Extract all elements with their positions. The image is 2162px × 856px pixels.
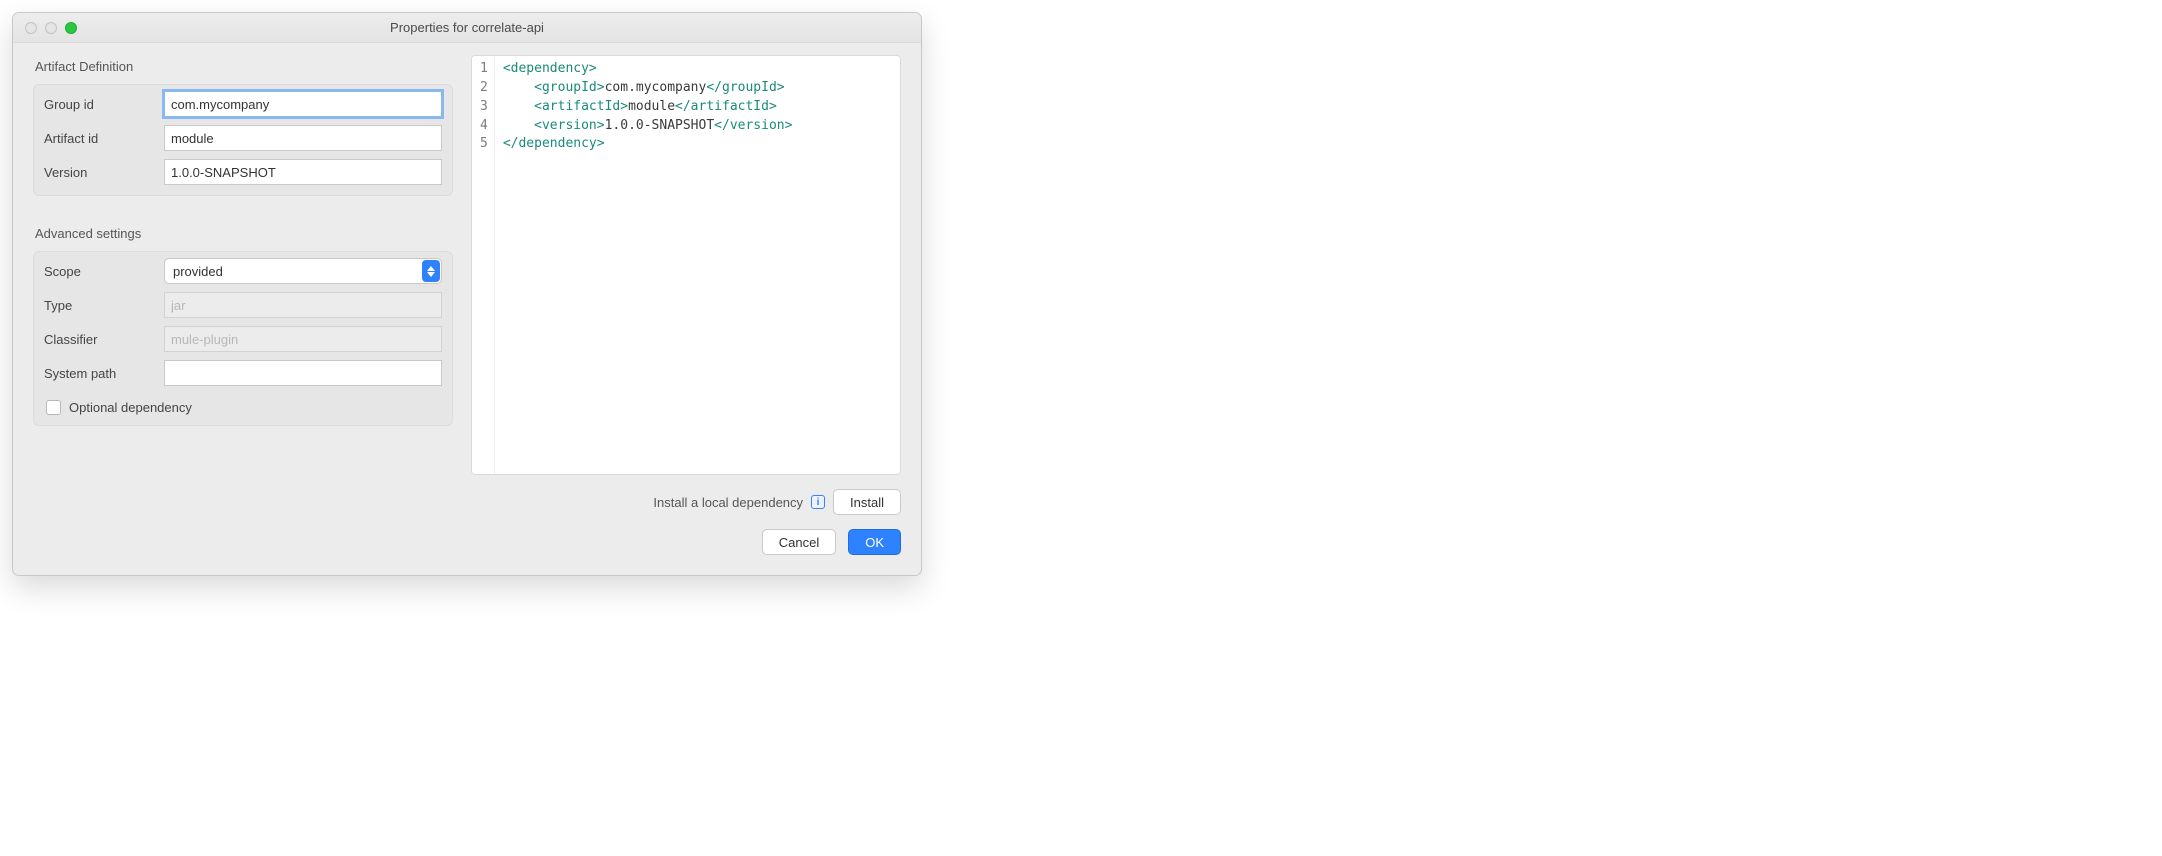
- line-number: 5: [480, 135, 488, 154]
- line-number: 2: [480, 79, 488, 98]
- minimize-window-icon[interactable]: [45, 22, 57, 34]
- scope-select-wrap[interactable]: provided: [164, 258, 442, 284]
- system-path-input[interactable]: [164, 360, 442, 386]
- xml-preview: 12345 <dependency> <groupId>com.mycompan…: [471, 55, 901, 475]
- install-row: Install a local dependency i Install: [653, 489, 901, 515]
- group-id-label: Group id: [44, 97, 154, 112]
- code-line: <version>1.0.0-SNAPSHOT</version>: [503, 117, 793, 136]
- close-window-icon[interactable]: [25, 22, 37, 34]
- code-line: </dependency>: [503, 135, 793, 154]
- optional-dependency-row: Optional dependency: [44, 394, 442, 415]
- type-label: Type: [44, 298, 154, 313]
- scope-row: Scope provided: [44, 258, 442, 284]
- artifact-id-input[interactable]: [164, 125, 442, 151]
- advanced-settings-group: Scope provided Type: [33, 251, 453, 426]
- line-number: 3: [480, 98, 488, 117]
- system-path-label: System path: [44, 366, 154, 381]
- traffic-lights: [13, 22, 77, 34]
- version-label: Version: [44, 165, 154, 180]
- line-gutter: 12345: [472, 56, 495, 474]
- optional-dependency-checkbox[interactable]: [46, 400, 61, 415]
- form-column: Artifact Definition Group id Artifact id…: [33, 55, 453, 475]
- titlebar: Properties for correlate-api: [13, 13, 921, 43]
- artifact-definition-section: Artifact Definition Group id Artifact id…: [33, 55, 453, 196]
- install-button[interactable]: Install: [833, 489, 901, 515]
- xml-code[interactable]: <dependency> <groupId>com.mycompany</gro…: [495, 56, 801, 474]
- scope-select[interactable]: provided: [164, 258, 442, 284]
- line-number: 4: [480, 117, 488, 136]
- group-id-input[interactable]: [164, 91, 442, 117]
- code-line: <dependency>: [503, 60, 793, 79]
- cancel-button[interactable]: Cancel: [762, 529, 836, 555]
- line-number: 1: [480, 60, 488, 79]
- install-help-text: Install a local dependency: [653, 495, 803, 510]
- optional-dependency-label: Optional dependency: [69, 400, 192, 415]
- zoom-window-icon[interactable]: [65, 22, 77, 34]
- advanced-settings-section: Advanced settings Scope provided: [33, 222, 453, 426]
- group-id-row: Group id: [44, 91, 442, 117]
- artifact-definition-group: Group id Artifact id Version: [33, 84, 453, 196]
- dialog-footer: Install a local dependency i Install Can…: [13, 483, 921, 575]
- code-line: <groupId>com.mycompany</groupId>: [503, 79, 793, 98]
- classifier-label: Classifier: [44, 332, 154, 347]
- button-row: Cancel OK: [762, 529, 901, 555]
- code-line: <artifactId>module</artifactId>: [503, 98, 793, 117]
- artifact-id-label: Artifact id: [44, 131, 154, 146]
- classifier-input: [164, 326, 442, 352]
- window-title: Properties for correlate-api: [13, 20, 921, 35]
- dialog-body: Artifact Definition Group id Artifact id…: [13, 43, 921, 483]
- ok-button[interactable]: OK: [848, 529, 901, 555]
- artifact-definition-heading: Artifact Definition: [33, 55, 453, 84]
- advanced-settings-heading: Advanced settings: [33, 222, 453, 251]
- info-icon[interactable]: i: [811, 495, 825, 509]
- properties-dialog: Properties for correlate-api Artifact De…: [12, 12, 922, 576]
- type-row: Type: [44, 292, 442, 318]
- system-path-row: System path: [44, 360, 442, 386]
- version-row: Version: [44, 159, 442, 185]
- version-input[interactable]: [164, 159, 442, 185]
- scope-label: Scope: [44, 264, 154, 279]
- artifact-id-row: Artifact id: [44, 125, 442, 151]
- type-input: [164, 292, 442, 318]
- classifier-row: Classifier: [44, 326, 442, 352]
